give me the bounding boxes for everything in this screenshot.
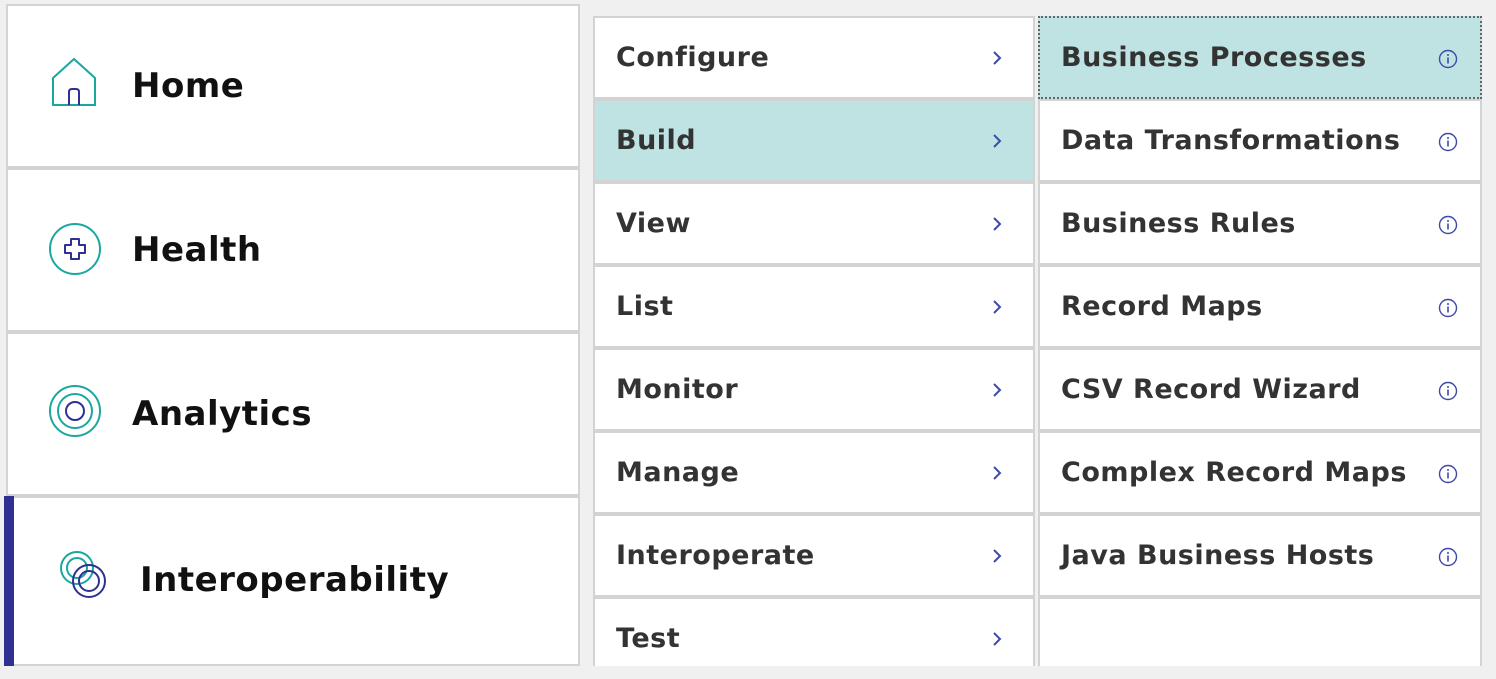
item-label: Business Processes [1061, 42, 1367, 73]
item-label: Business Rules [1061, 208, 1296, 239]
chevron-right-icon [993, 51, 1002, 65]
item-label: Data Transformations [1061, 125, 1401, 156]
sub-item-label: View [616, 208, 691, 239]
chevron-right-icon [993, 217, 1002, 231]
chevron-right-icon [993, 466, 1002, 480]
item-java-business-hosts[interactable]: Java Business Hosts [1038, 514, 1482, 597]
chevron-right-icon [993, 134, 1002, 148]
health-plus-icon [48, 222, 102, 280]
item-complex-record-maps[interactable]: Complex Record Maps [1038, 431, 1482, 514]
chevron-right-icon [993, 632, 1002, 646]
item-business-rules[interactable]: Business Rules [1038, 182, 1482, 265]
info-icon[interactable] [1438, 49, 1458, 69]
sub-item-configure[interactable]: Configure [593, 16, 1035, 99]
empty-cell [1038, 597, 1482, 666]
interoperability-rings-icon [56, 546, 112, 608]
sub-item-label: Test [616, 623, 681, 654]
active-indicator [4, 496, 14, 666]
nav-label-health: Health [132, 230, 262, 270]
sub-item-label: Monitor [616, 374, 739, 405]
chevron-right-icon [993, 549, 1002, 563]
info-icon[interactable] [1438, 381, 1458, 401]
item-record-maps[interactable]: Record Maps [1038, 265, 1482, 348]
nav-label-interoperability: Interoperability [140, 560, 450, 600]
sub-item-manage[interactable]: Manage [593, 431, 1035, 514]
sub-item-label: Interoperate [616, 540, 815, 571]
info-icon[interactable] [1438, 215, 1458, 235]
sub-item-label: List [616, 291, 674, 322]
item-business-processes[interactable]: Business Processes [1038, 16, 1482, 99]
info-icon[interactable] [1438, 547, 1458, 567]
item-label: Record Maps [1061, 291, 1263, 322]
chevron-right-icon [993, 383, 1002, 397]
nav-item-health[interactable]: Health [6, 168, 580, 332]
item-csv-record-wizard[interactable]: CSV Record Wizard [1038, 348, 1482, 431]
sub-item-monitor[interactable]: Monitor [593, 348, 1035, 431]
nav-label-home: Home [132, 66, 245, 106]
nav-item-interoperability[interactable]: Interoperability [4, 496, 580, 666]
nav-item-home[interactable]: Home [6, 4, 580, 168]
analytics-target-icon [48, 384, 102, 442]
item-data-transformations[interactable]: Data Transformations [1038, 99, 1482, 182]
sub-item-label: Configure [616, 42, 770, 73]
sub-item-test[interactable]: Test [593, 597, 1035, 666]
sub-item-view[interactable]: View [593, 182, 1035, 265]
sub-item-label: Build [616, 125, 697, 156]
item-label: Complex Record Maps [1061, 457, 1407, 488]
item-menu: Business Processes Data Transformations … [1038, 16, 1482, 666]
nav-label-analytics: Analytics [132, 394, 313, 434]
sub-menu: Configure Build View List Monitor Manage… [593, 16, 1035, 666]
home-icon [50, 56, 98, 112]
chevron-right-icon [993, 300, 1002, 314]
sub-item-interoperate[interactable]: Interoperate [593, 514, 1035, 597]
nav-item-analytics[interactable]: Analytics [6, 332, 580, 496]
sub-item-list[interactable]: List [593, 265, 1035, 348]
sub-item-label: Manage [616, 457, 740, 488]
item-label: Java Business Hosts [1061, 540, 1375, 571]
info-icon[interactable] [1438, 464, 1458, 484]
info-icon[interactable] [1438, 298, 1458, 318]
item-label: CSV Record Wizard [1061, 374, 1361, 405]
sub-item-build[interactable]: Build [593, 99, 1035, 182]
info-icon[interactable] [1438, 132, 1458, 152]
main-nav: Home Health Analytics Interoperability [4, 4, 580, 666]
